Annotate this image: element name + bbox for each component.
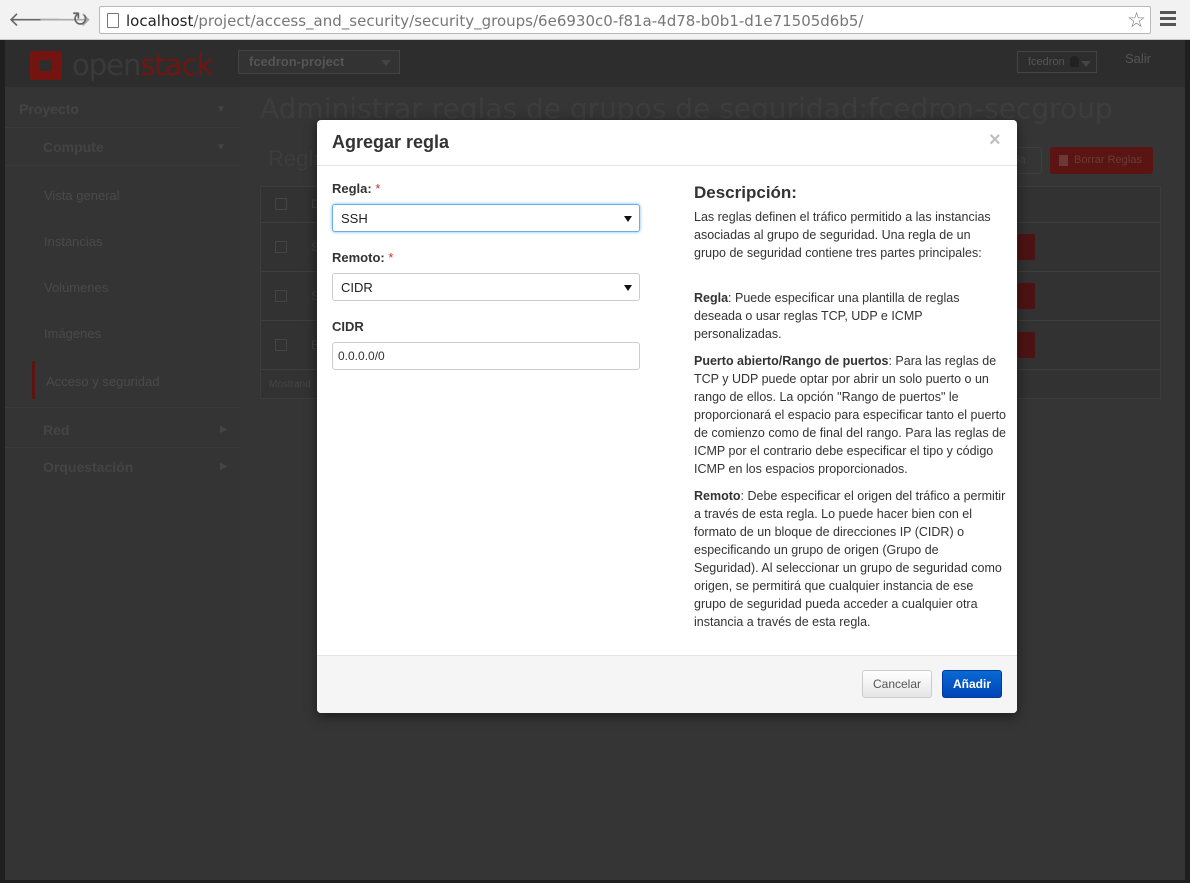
reload-icon[interactable]: ↻	[68, 8, 92, 32]
description-remote: Remoto: Debe especificar el origen del t…	[694, 489, 1006, 629]
browser-toolbar: 🡐 🡒 ↻ localhost/project/access_and_secur…	[0, 0, 1190, 40]
chevron-down-icon	[381, 60, 391, 66]
user-icon	[1070, 56, 1079, 67]
openstack-logo[interactable]: openstack	[30, 48, 213, 82]
trash-icon	[1059, 155, 1068, 166]
chevron-down-icon: ▼	[216, 104, 226, 115]
forward-icon[interactable]: 🡒	[38, 8, 92, 32]
chevron-right-icon: ▶	[220, 461, 228, 472]
modal-footer: Cancelar Añadir	[317, 655, 1017, 713]
select-all-checkbox[interactable]	[275, 198, 287, 210]
add-button[interactable]: Añadir	[942, 670, 1002, 698]
row-checkbox[interactable]	[275, 290, 287, 302]
description-intro: Las reglas definen el tráfico permitido …	[694, 210, 991, 260]
row-checkbox[interactable]	[275, 339, 287, 351]
table-footer: Mostrand	[269, 379, 311, 390]
sidebar-item-instances[interactable]: Instancias	[44, 234, 103, 249]
delete-rules-button[interactable]: Borrar Reglas	[1050, 147, 1153, 174]
modal-header: Agregar regla ×	[317, 120, 1017, 166]
address-bar[interactable]: localhost/project/access_and_security/se…	[99, 6, 1151, 34]
active-indicator	[32, 361, 35, 399]
rule-select[interactable]: SSH	[332, 204, 640, 232]
logout-link[interactable]: Salir	[1125, 51, 1151, 66]
dropdown-arrow-icon	[624, 216, 632, 222]
description-rule: Regla: Puede especificar una plantilla d…	[694, 291, 960, 341]
required-mark: *	[388, 250, 394, 265]
url-text: localhost/project/access_and_security/se…	[126, 12, 864, 30]
sidebar-item-access-security[interactable]: Acceso y seguridad	[46, 374, 159, 389]
sidebar-item-images[interactable]: Imágenes	[44, 326, 101, 341]
remote-label: Remoto: *	[332, 250, 394, 265]
dropdown-arrow-icon	[624, 285, 632, 291]
page-icon	[107, 13, 119, 28]
project-selector[interactable]: fcedron-project	[238, 50, 400, 74]
remote-select-value: CIDR	[341, 280, 373, 295]
chevron-right-icon: ▶	[220, 424, 228, 435]
cidr-input[interactable]	[332, 342, 640, 370]
row-checkbox[interactable]	[275, 241, 287, 253]
bookmark-star-icon[interactable]: ☆	[1127, 8, 1146, 33]
cancel-button[interactable]: Cancelar	[862, 670, 932, 698]
cidr-label: CIDR	[332, 319, 364, 334]
modal-title: Agregar regla	[332, 132, 450, 152]
sidebar-item-overview[interactable]: Vista general	[44, 188, 120, 203]
sidebar-section-red[interactable]: Red	[43, 422, 69, 438]
sidebar-section-compute[interactable]: Compute	[43, 139, 104, 155]
sidebar-item-volumes[interactable]: Volúmenes	[44, 280, 108, 295]
chevron-down-icon	[1081, 61, 1091, 67]
row-delete-button[interactable]	[1018, 332, 1035, 358]
required-mark: *	[375, 181, 381, 196]
sidebar: Proyecto ▼ Compute ▼ Vista general Insta…	[5, 87, 240, 880]
user-menu[interactable]: fcedron	[1017, 51, 1097, 73]
sidebar-section-proyecto[interactable]: Proyecto	[19, 101, 79, 117]
back-icon[interactable]: 🡐	[8, 8, 62, 32]
chevron-down-icon: ▼	[216, 142, 226, 153]
remote-select[interactable]: CIDR	[332, 273, 640, 301]
sidebar-section-orquestacion[interactable]: Orquestación	[43, 459, 133, 475]
openstack-logo-icon	[30, 51, 62, 80]
close-icon[interactable]: ×	[989, 129, 1001, 152]
rule-label: Regla: *	[332, 181, 381, 196]
description-title: Descripción:	[694, 183, 797, 202]
description-port: Puerto abierto/Rango de puertos: Para la…	[694, 354, 1006, 476]
rule-select-value: SSH	[341, 211, 368, 226]
browser-menu-icon[interactable]	[1160, 11, 1176, 29]
row-delete-button[interactable]	[1018, 283, 1035, 309]
top-navbar: openstack fcedron-project fcedron Salir	[5, 40, 1185, 87]
add-rule-modal: Agregar regla × Regla: * SSH Remoto: * C…	[317, 120, 1017, 713]
row-delete-button[interactable]	[1018, 234, 1035, 260]
